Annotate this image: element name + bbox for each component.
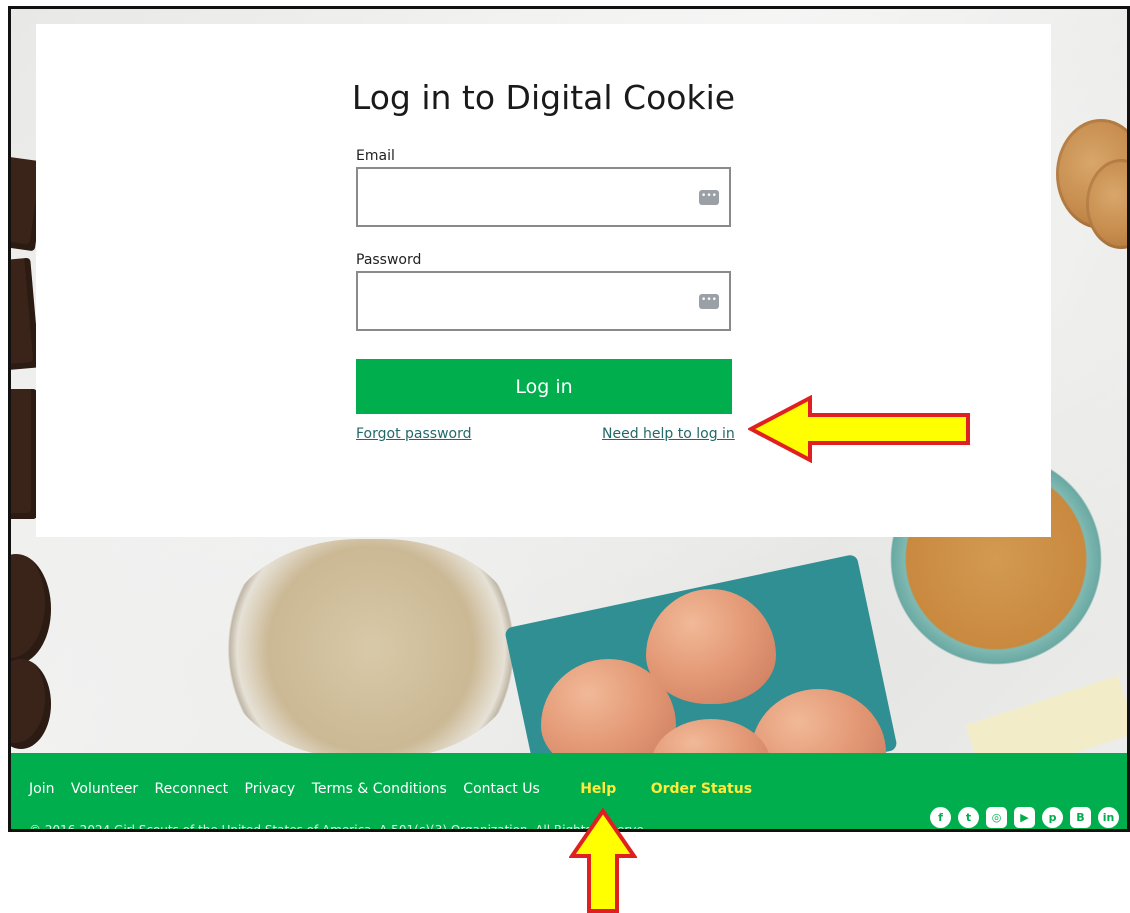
need-help-login-link[interactable]: Need help to log in <box>602 426 735 442</box>
pinterest-icon[interactable]: p <box>1042 807 1063 828</box>
instagram-icon[interactable]: ◎ <box>986 807 1007 828</box>
footer-link-volunteer[interactable]: Volunteer <box>71 781 138 797</box>
linkedin-icon[interactable]: in <box>1098 807 1119 828</box>
oats-jar-decor <box>221 539 521 759</box>
forgot-password-link[interactable]: Forgot password <box>356 426 472 442</box>
email-label: Email <box>356 148 395 164</box>
chocolate-cookie-decor <box>11 554 51 664</box>
footer-link-reconnect[interactable]: Reconnect <box>155 781 229 797</box>
footer-link-order-status[interactable]: Order Status <box>651 781 752 797</box>
footer-link-privacy[interactable]: Privacy <box>245 781 296 797</box>
email-input[interactable] <box>368 179 692 217</box>
email-field[interactable]: ••• <box>356 167 731 227</box>
password-field[interactable]: ••• <box>356 271 731 331</box>
footer-link-help[interactable]: Help <box>580 781 616 797</box>
twitter-icon[interactable]: t <box>958 807 979 828</box>
chocolate-piece-decor <box>11 257 40 371</box>
chocolate-piece-decor <box>11 389 37 519</box>
facebook-icon[interactable]: f <box>930 807 951 828</box>
footer-link-terms[interactable]: Terms & Conditions <box>312 781 447 797</box>
login-button[interactable]: Log in <box>356 359 732 414</box>
password-manager-icon[interactable]: ••• <box>699 190 719 205</box>
footer-nav: Join Volunteer Reconnect Privacy Terms &… <box>29 781 764 797</box>
password-manager-icon[interactable]: ••• <box>699 294 719 309</box>
footer-link-join[interactable]: Join <box>29 781 54 797</box>
annotation-arrow-up-icon <box>569 808 637 913</box>
footer-link-contact[interactable]: Contact Us <box>463 781 539 797</box>
page-title: Log in to Digital Cookie <box>351 78 736 117</box>
blog-icon[interactable]: B <box>1070 807 1091 828</box>
social-links: f t ◎ ▶ p B in <box>930 807 1119 828</box>
password-input[interactable] <box>368 283 692 321</box>
youtube-icon[interactable]: ▶ <box>1014 807 1035 828</box>
copyright-text: © 2016-2024 Girl Scouts of the United St… <box>29 823 644 832</box>
annotation-arrow-left-icon <box>748 395 970 463</box>
chocolate-cookie-decor <box>11 659 51 749</box>
password-label: Password <box>356 252 422 268</box>
